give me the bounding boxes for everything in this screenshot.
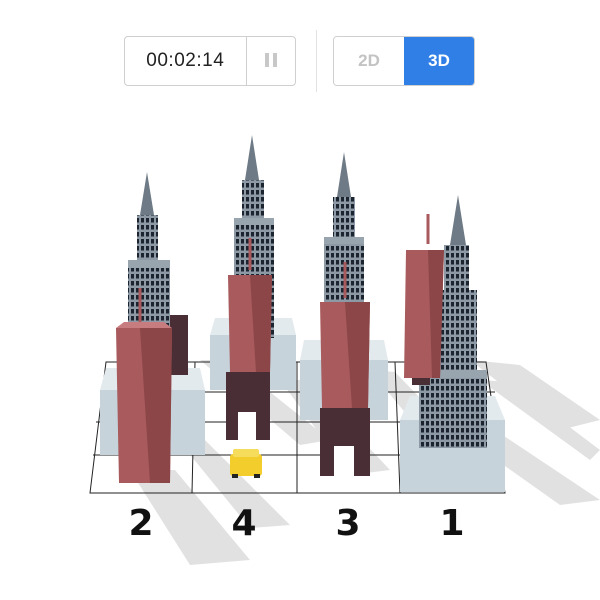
bottom-clue-3: 3 [335,503,361,544]
mode-3d-button[interactable]: 3D [404,37,474,85]
toolbar: 00:02:14 2D 3D [0,0,600,100]
bottom-clue-4: 1 [439,503,465,544]
pause-button[interactable] [247,37,295,85]
bottom-clue-1: 2 [128,503,154,544]
toolbar-divider [316,30,317,92]
timer-display: 00:02:14 [125,37,247,85]
pause-icon [263,52,279,71]
view-mode-toggle: 2D 3D [333,36,475,86]
city-scene [89,135,600,565]
red-skyscraper-4 [404,214,444,378]
bottom-clue-2: 4 [231,503,257,544]
timer-group: 00:02:14 [124,36,296,86]
taxi [230,449,262,478]
mode-2d-button[interactable]: 2D [334,37,404,85]
